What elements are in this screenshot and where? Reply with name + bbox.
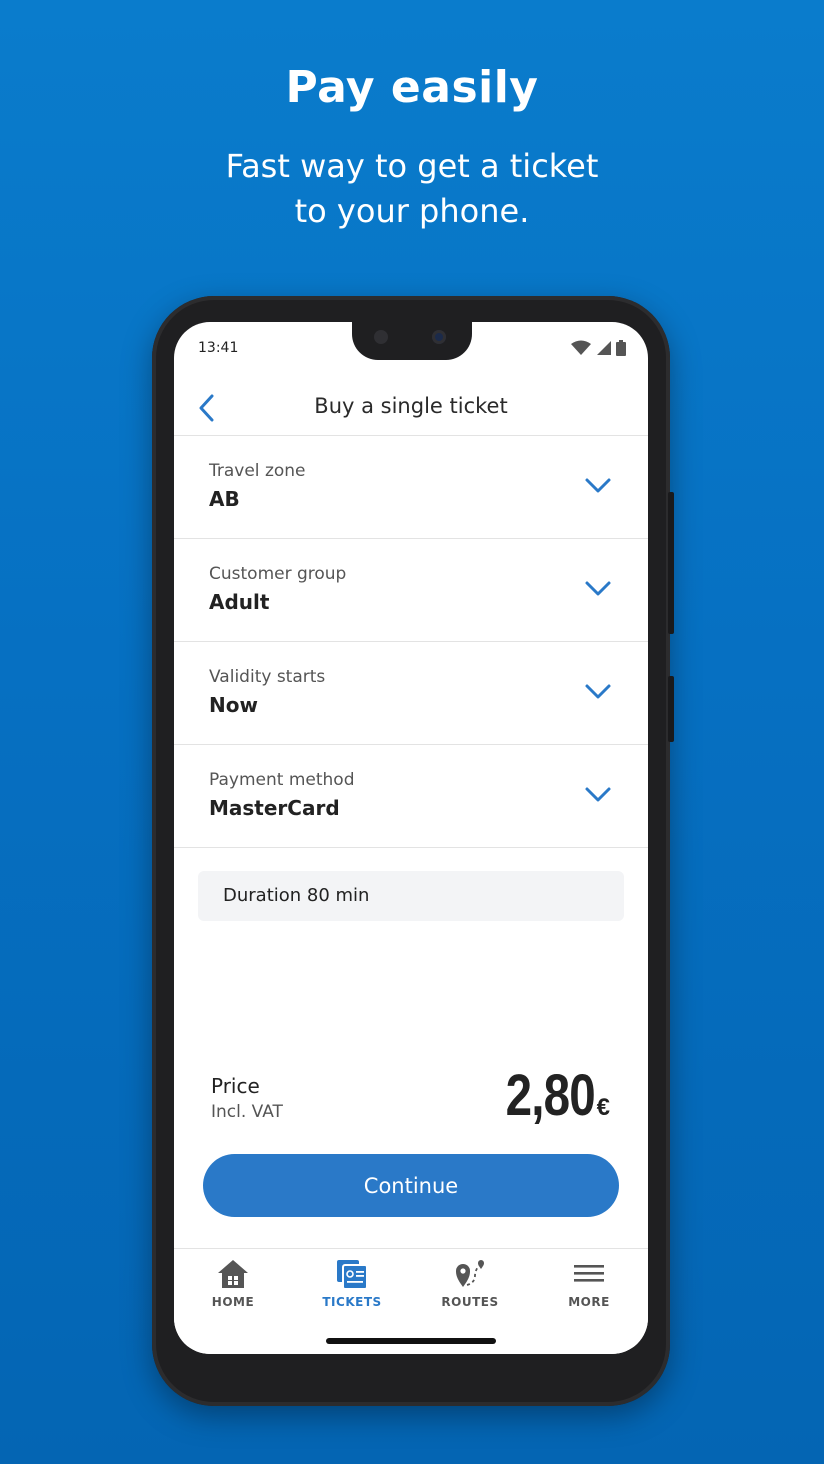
duration-text: Duration 80 min [223, 885, 370, 906]
continue-button[interactable]: Continue [203, 1154, 619, 1217]
promo-subline: Fast way to get a ticket to your phone. [225, 147, 599, 230]
chevron-down-icon [585, 581, 611, 596]
page-title: Buy a single ticket [314, 394, 508, 418]
phone-side-button-power [668, 492, 674, 634]
home-indicator [326, 1338, 496, 1344]
wifi-icon [571, 340, 591, 355]
price-label: Price [211, 1074, 260, 1098]
app-header: Buy a single ticket [174, 386, 648, 436]
payment-method-value: MasterCard [209, 796, 340, 820]
customer-group-select[interactable]: Customer group Adult [174, 539, 648, 642]
nav-more-label: MORE [568, 1295, 610, 1309]
nav-tickets[interactable]: TICKETS [293, 1249, 411, 1329]
validity-starts-label: Validity starts [209, 667, 326, 687]
routes-icon [456, 1260, 484, 1287]
nav-routes-label: ROUTES [441, 1295, 499, 1309]
travel-zone-label: Travel zone [209, 461, 306, 481]
price-currency: € [596, 1094, 610, 1121]
phone-side-button-volume [668, 676, 674, 742]
validity-starts-value: Now [209, 693, 258, 717]
status-time: 13:41 [198, 340, 239, 356]
sensor-dot [374, 330, 388, 344]
chevron-down-icon [585, 478, 611, 493]
camera-notch [352, 322, 472, 360]
travel-zone-select[interactable]: Travel zone AB [174, 436, 648, 539]
travel-zone-value: AB [209, 487, 240, 511]
nav-home-label: HOME [211, 1295, 255, 1309]
price-vat-note: Incl. VAT [211, 1102, 283, 1122]
cell-signal-icon [597, 341, 611, 355]
battery-icon [616, 340, 626, 356]
promo-headline: Pay easily [285, 62, 539, 113]
customer-group-value: Adult [209, 590, 270, 614]
price-value: 2,80 € [486, 1062, 610, 1129]
nav-routes[interactable]: ROUTES [411, 1249, 529, 1329]
payment-method-label: Payment method [209, 770, 355, 790]
menu-icon [574, 1265, 604, 1282]
nav-more[interactable]: MORE [530, 1249, 648, 1329]
nav-home[interactable]: HOME [174, 1249, 292, 1329]
chevron-down-icon [585, 684, 611, 699]
front-camera [432, 330, 446, 344]
payment-method-select[interactable]: Payment method MasterCard [174, 745, 648, 848]
chevron-down-icon [585, 787, 611, 802]
duration-info: Duration 80 min [198, 871, 624, 921]
nav-tickets-label: TICKETS [322, 1295, 382, 1309]
tickets-icon [337, 1260, 368, 1290]
price-amount: 2,80 [505, 1063, 595, 1128]
home-icon [218, 1260, 248, 1288]
status-icons [570, 340, 626, 356]
customer-group-label: Customer group [209, 564, 347, 584]
validity-starts-select[interactable]: Validity starts Now [174, 642, 648, 745]
phone-screen: 13:41 Buy a single ticket Travel zone AB… [174, 322, 648, 1354]
